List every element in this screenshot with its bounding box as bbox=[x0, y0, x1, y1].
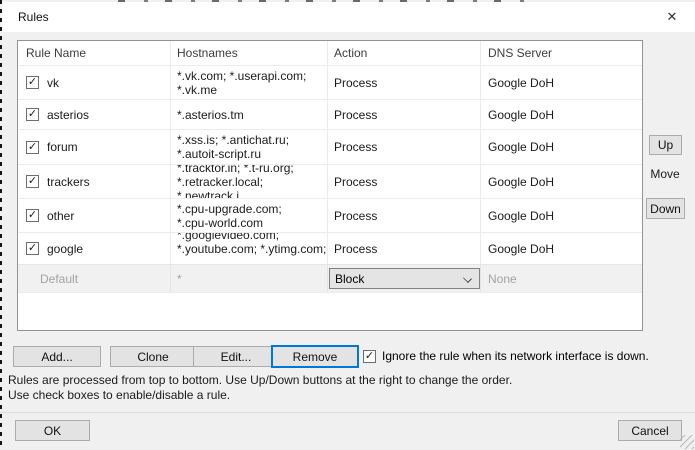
close-button[interactable]: ✕ bbox=[659, 6, 685, 28]
help-text-line1: Rules are processed from top to bottom. … bbox=[8, 373, 512, 388]
rule-name: asterios bbox=[47, 108, 89, 122]
ignore-rule-checkbox[interactable]: ✓ bbox=[363, 350, 376, 363]
rule-name: vk bbox=[47, 76, 59, 90]
rule-enabled-checkbox[interactable]: ✓ bbox=[26, 76, 39, 89]
rule-dns-server: Google DoH bbox=[481, 100, 642, 129]
down-button[interactable]: Down bbox=[646, 198, 685, 219]
default-rule-hostnames: * bbox=[171, 265, 328, 292]
rule-enabled-checkbox[interactable]: ✓ bbox=[26, 209, 39, 222]
default-action-dropdown[interactable]: Block bbox=[329, 268, 480, 289]
screenshot-edge-artifact-left bbox=[0, 0, 2, 450]
rule-name: other bbox=[47, 209, 74, 223]
rule-action: Process bbox=[328, 130, 481, 164]
add-button[interactable]: Add... bbox=[13, 346, 101, 367]
rule-dns-server: Google DoH bbox=[481, 199, 642, 232]
rules-table[interactable]: Rule Name Hostnames Action DNS Server ✓ v… bbox=[17, 40, 643, 331]
check-icon: ✓ bbox=[28, 142, 37, 153]
up-button[interactable]: Up bbox=[649, 135, 682, 155]
table-row[interactable]: ✓ asterios *.asterios.tm Process Google D… bbox=[18, 99, 642, 129]
rule-name: forum bbox=[47, 140, 78, 154]
rule-hostnames: *.cpu-upgrade.com; *.cpu-world.com bbox=[171, 199, 328, 232]
rule-action: Process bbox=[328, 233, 481, 264]
table-row[interactable]: ✓ other *.cpu-upgrade.com; *.cpu-world.co… bbox=[18, 198, 642, 232]
check-icon: ✓ bbox=[28, 109, 37, 120]
clone-button[interactable]: Clone bbox=[110, 346, 196, 367]
rule-enabled-checkbox[interactable]: ✓ bbox=[26, 141, 39, 154]
rule-action: Process bbox=[328, 66, 481, 99]
table-empty-area bbox=[18, 292, 642, 330]
rule-enabled-checkbox[interactable]: ✓ bbox=[26, 108, 39, 121]
rule-dns-server: Google DoH bbox=[481, 165, 642, 198]
rule-hostnames: *.asterios.tm bbox=[171, 100, 328, 129]
rule-action: Process bbox=[328, 199, 481, 232]
edit-button[interactable]: Edit... bbox=[193, 346, 279, 367]
rule-enabled-checkbox[interactable]: ✓ bbox=[26, 242, 39, 255]
rule-dns-server: Google DoH bbox=[481, 233, 642, 264]
close-icon: ✕ bbox=[667, 9, 678, 25]
default-rule-dns-server: None bbox=[481, 265, 642, 292]
rule-dns-server: Google DoH bbox=[481, 130, 642, 164]
check-icon: ✓ bbox=[28, 176, 37, 187]
title-bar: Rules ✕ bbox=[2, 2, 695, 32]
rule-hostnames: *.vk.com; *.userapi.com; *.vk.me bbox=[171, 66, 328, 99]
check-icon: ✓ bbox=[28, 210, 37, 221]
default-rule-name: Default bbox=[18, 265, 171, 292]
resize-grip[interactable] bbox=[680, 435, 694, 449]
column-header-dns-server[interactable]: DNS Server bbox=[481, 41, 642, 65]
rule-action: Process bbox=[328, 165, 481, 198]
cancel-button[interactable]: Cancel bbox=[618, 420, 682, 441]
help-text-line2: Use check boxes to enable/disable a rule… bbox=[8, 388, 512, 403]
rule-dns-server: Google DoH bbox=[481, 66, 642, 99]
ok-button[interactable]: OK bbox=[15, 420, 90, 441]
rule-enabled-checkbox[interactable]: ✓ bbox=[26, 175, 39, 188]
default-action-selected: Block bbox=[335, 272, 364, 286]
help-text: Rules are processed from top to bottom. … bbox=[8, 373, 512, 403]
move-label: Move bbox=[644, 167, 686, 181]
check-icon: ✓ bbox=[28, 77, 37, 88]
chevron-down-icon bbox=[463, 274, 472, 283]
rule-name: trackers bbox=[47, 175, 90, 189]
column-header-hostnames[interactable]: Hostnames bbox=[171, 41, 328, 65]
table-header-row: Rule Name Hostnames Action DNS Server bbox=[18, 41, 642, 65]
rule-name: google bbox=[47, 242, 83, 256]
remove-button[interactable]: Remove bbox=[271, 345, 359, 368]
rule-hostnames: *.tracktor.in; *.t-ru.org; *.retracker.l… bbox=[171, 165, 328, 198]
table-row[interactable]: ✓ trackers *.tracktor.in; *.t-ru.org; *.r… bbox=[18, 164, 642, 198]
ignore-rule-checkbox-row[interactable]: ✓ Ignore the rule when its network inter… bbox=[363, 349, 649, 363]
table-row[interactable]: ✓ forum *.xss.is; *.antichat.ru; *.autoit… bbox=[18, 129, 642, 164]
column-header-rule-name[interactable]: Rule Name bbox=[18, 41, 171, 65]
window-title: Rules bbox=[18, 10, 49, 24]
check-icon: ✓ bbox=[28, 243, 37, 254]
rule-hostnames: *.googlevideo.com; *.youtube.com; *.ytim… bbox=[171, 233, 328, 264]
table-row[interactable]: ✓ vk *.vk.com; *.userapi.com; *.vk.me Pro… bbox=[18, 65, 642, 99]
rule-action: Process bbox=[328, 100, 481, 129]
table-row[interactable]: ✓ google *.googlevideo.com; *.youtube.com… bbox=[18, 232, 642, 264]
ignore-rule-label: Ignore the rule when its network interfa… bbox=[382, 349, 649, 363]
footer-divider bbox=[0, 412, 695, 413]
default-rule-row: Default * Block None bbox=[18, 264, 642, 292]
check-icon: ✓ bbox=[365, 351, 374, 362]
column-header-action[interactable]: Action bbox=[328, 41, 481, 65]
rule-hostnames: *.xss.is; *.antichat.ru; *.autoit-script… bbox=[171, 130, 328, 164]
